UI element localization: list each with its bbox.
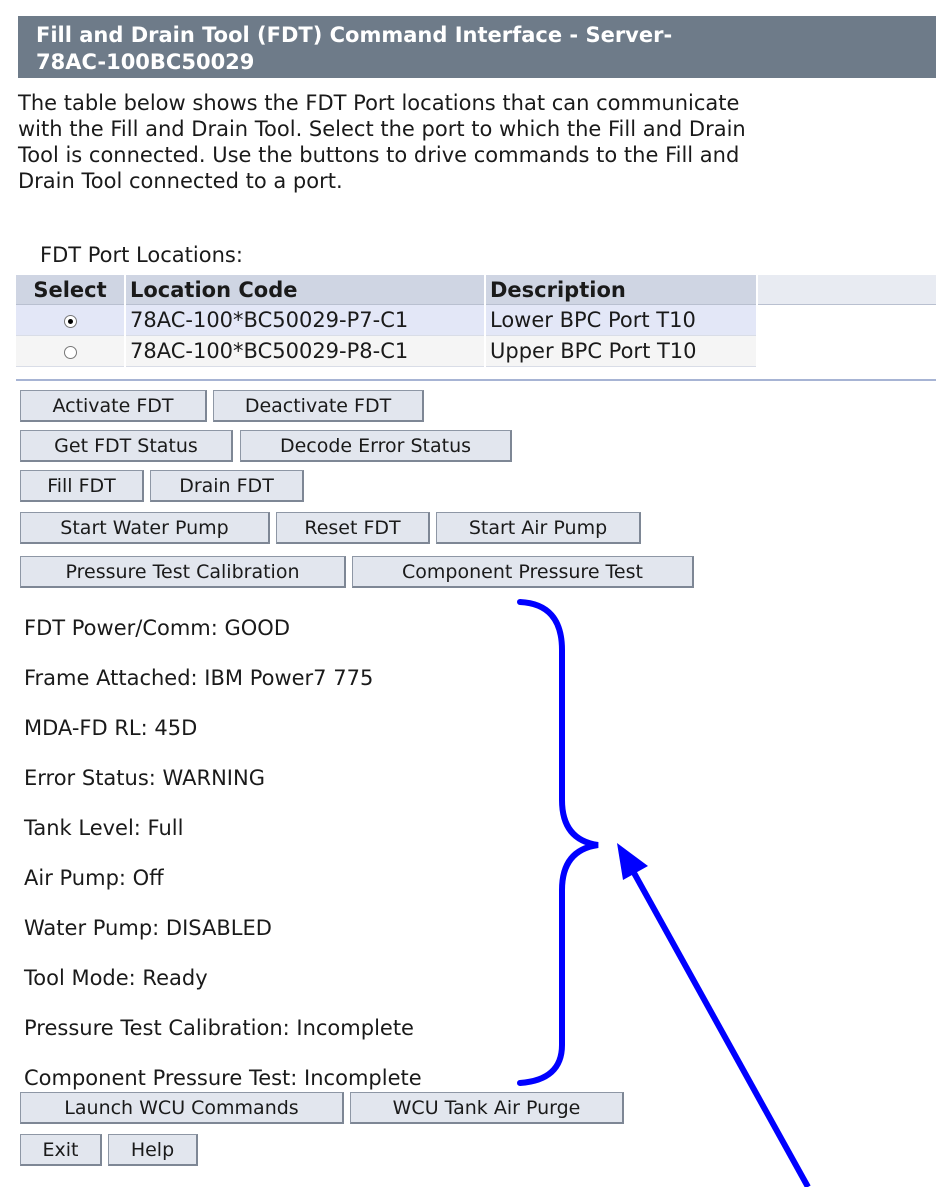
arrow-shaft-icon bbox=[625, 860, 811, 1187]
arrow-head-icon bbox=[617, 843, 648, 880]
annotation-overlay bbox=[517, 599, 811, 1187]
curly-brace-icon bbox=[517, 599, 599, 1086]
